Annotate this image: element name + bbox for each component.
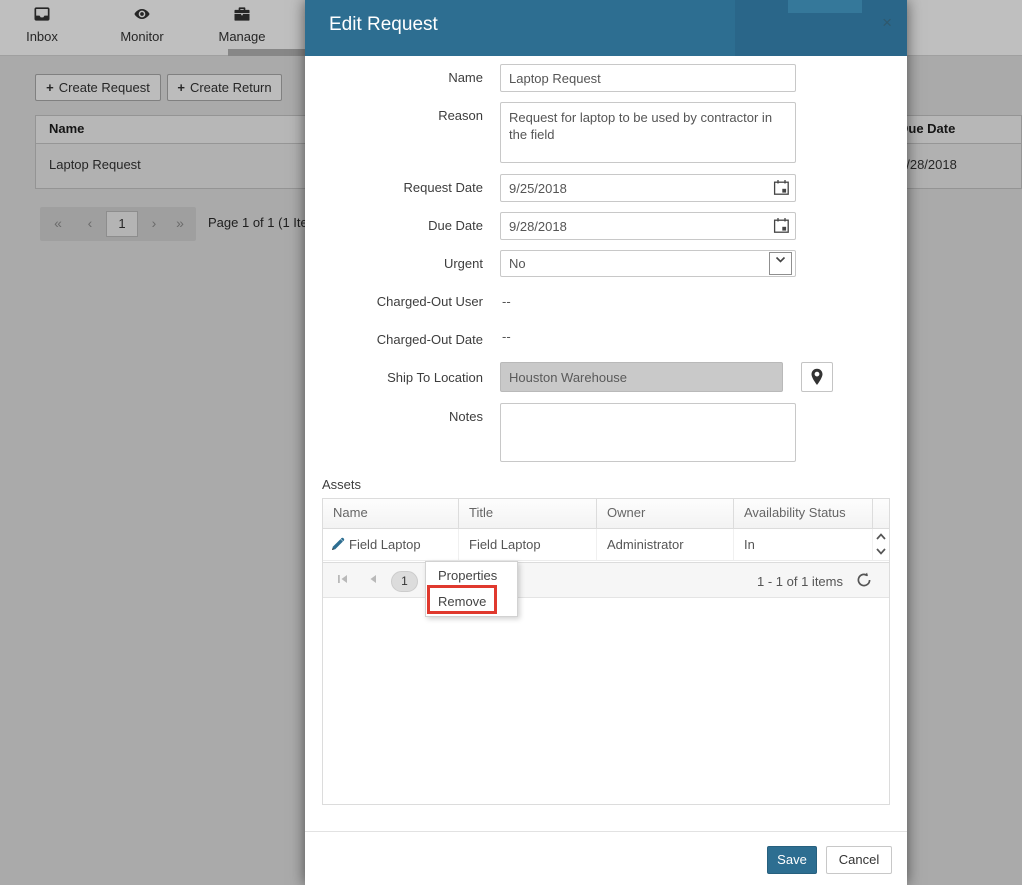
grid-scrollbar[interactable] xyxy=(873,529,889,560)
context-menu-item-remove[interactable]: Remove xyxy=(426,589,517,615)
notes-label: Notes xyxy=(449,409,483,424)
refresh-icon[interactable] xyxy=(855,571,875,591)
asset-row[interactable]: Field Laptop Field Laptop Administrator … xyxy=(323,529,889,561)
assets-grid-header: Name Title Owner Availability Status xyxy=(323,499,889,529)
assets-previous-page-button[interactable] xyxy=(365,571,385,591)
location-pin-icon xyxy=(811,368,823,385)
ship-to-location-label: Ship To Location xyxy=(387,370,483,385)
charged-out-date-value: -- xyxy=(502,329,511,344)
asset-name-text: Field Laptop xyxy=(349,537,421,552)
calendar-icon[interactable] xyxy=(773,179,790,199)
due-date-label: Due Date xyxy=(428,218,483,233)
assets-column-title[interactable]: Title xyxy=(459,499,597,528)
notes-textarea[interactable] xyxy=(500,403,796,462)
charged-out-user-label: Charged-Out User xyxy=(376,294,483,309)
name-label: Name xyxy=(448,70,483,85)
dialog-header: Edit Request × xyxy=(305,0,907,56)
asset-owner-cell: Administrator xyxy=(597,529,734,560)
context-menu-item-properties[interactable]: Properties xyxy=(426,563,517,589)
location-pin-button[interactable] xyxy=(801,362,833,392)
scroll-down-icon xyxy=(876,548,886,555)
close-icon[interactable]: × xyxy=(882,13,892,33)
assets-grid: Name Title Owner Availability Status Fie… xyxy=(322,498,890,805)
asset-availability-cell: In xyxy=(734,529,873,560)
scroll-up-icon xyxy=(876,533,886,540)
urgent-selected-value: No xyxy=(509,256,526,271)
edit-request-dialog: Edit Request × Name Reason Request for l… xyxy=(305,0,907,885)
reason-textarea[interactable]: Request for laptop to be used by contrac… xyxy=(500,102,796,163)
context-menu: Properties Remove xyxy=(425,561,518,617)
pencil-icon xyxy=(332,537,345,550)
assets-column-owner[interactable]: Owner xyxy=(597,499,734,528)
assets-section-label: Assets xyxy=(322,477,362,492)
calendar-icon[interactable] xyxy=(773,217,790,237)
charged-out-date-label: Charged-Out Date xyxy=(376,332,483,347)
assets-column-availability-status[interactable]: Availability Status xyxy=(734,499,873,528)
urgent-select[interactable]: No xyxy=(500,250,796,277)
asset-name-cell[interactable]: Field Laptop xyxy=(323,529,459,560)
cancel-button[interactable]: Cancel xyxy=(826,846,892,874)
charged-out-user-value: -- xyxy=(502,294,511,309)
reason-label: Reason xyxy=(438,108,483,123)
assets-header-spacer xyxy=(873,499,889,528)
dialog-header-notch xyxy=(788,0,862,13)
assets-current-page-button[interactable]: 1 xyxy=(391,571,418,592)
assets-pager-summary: 1 - 1 of 1 items xyxy=(757,574,843,589)
dialog-title: Edit Request xyxy=(329,14,438,35)
footer-divider xyxy=(305,831,907,832)
assets-column-name[interactable]: Name xyxy=(323,499,459,528)
due-date-input[interactable] xyxy=(500,212,796,240)
request-date-input[interactable] xyxy=(500,174,796,202)
asset-title-cell: Field Laptop xyxy=(459,529,597,560)
request-date-label: Request Date xyxy=(403,180,484,195)
assets-first-page-button[interactable] xyxy=(335,571,355,591)
name-input[interactable] xyxy=(500,64,796,92)
ship-to-location-input xyxy=(500,362,783,392)
assets-pager: 1 1 - 1 of 1 items xyxy=(323,562,889,598)
chevron-down-icon[interactable] xyxy=(769,252,792,275)
save-button[interactable]: Save xyxy=(767,846,817,874)
urgent-label: Urgent xyxy=(443,256,483,271)
